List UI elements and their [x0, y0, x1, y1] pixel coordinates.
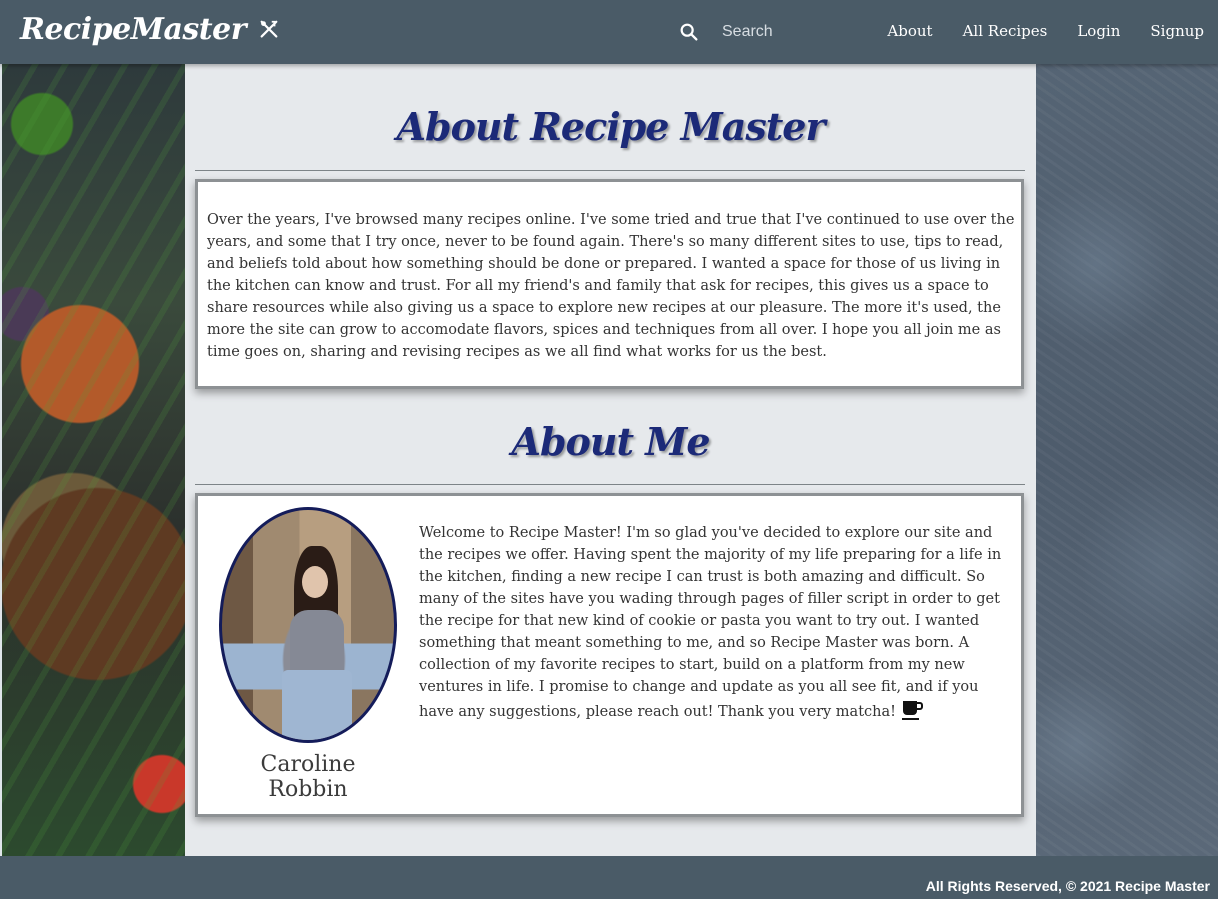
- about-site-text: Over the years, I've browsed many recipe…: [207, 212, 1015, 360]
- main-content: About Recipe Master Over the years, I've…: [185, 64, 1036, 856]
- navbar: RecipeMaster About All Recipes Login Sig…: [0, 0, 1218, 64]
- vegetables-background-image: [2, 64, 185, 856]
- nav-link-all-recipes[interactable]: All Recipes: [963, 22, 1048, 40]
- divider: [195, 170, 1025, 171]
- about-site-title: About Recipe Master: [396, 104, 826, 149]
- coffee-cup-icon: [901, 701, 923, 720]
- search-icon[interactable]: [678, 21, 700, 43]
- about-me-body: Welcome to Recipe Master! I'm so glad yo…: [419, 525, 1002, 720]
- search-input[interactable]: [722, 20, 872, 44]
- brand-name: RecipeMaster: [20, 12, 247, 47]
- utensils-crossed-icon: [260, 20, 278, 38]
- divider: [195, 484, 1025, 485]
- nav-link-signup[interactable]: Signup: [1150, 22, 1204, 40]
- footer: All Rights Reserved, © 2021 Recipe Maste…: [0, 856, 1218, 899]
- about-me-text: Welcome to Recipe Master! I'm so glad yo…: [419, 522, 1009, 723]
- nav-links: About All Recipes Login Signup: [857, 22, 1204, 40]
- author-name: Caroline Robbin: [260, 752, 356, 802]
- brand-logo[interactable]: RecipeMaster: [20, 12, 280, 47]
- nav-link-about[interactable]: About: [887, 22, 932, 40]
- copyright-text: All Rights Reserved, © 2021 Recipe Maste…: [925, 878, 1210, 894]
- avatar-portrait: [219, 507, 397, 743]
- about-site-card: Over the years, I've browsed many recipe…: [195, 179, 1024, 389]
- stone-background-image: [1036, 64, 1218, 856]
- search-bar: [678, 20, 872, 44]
- about-me-card: Caroline Robbin Welcome to Recipe Master…: [195, 493, 1024, 817]
- nav-link-login[interactable]: Login: [1077, 22, 1120, 40]
- about-me-title: About Me: [511, 419, 710, 464]
